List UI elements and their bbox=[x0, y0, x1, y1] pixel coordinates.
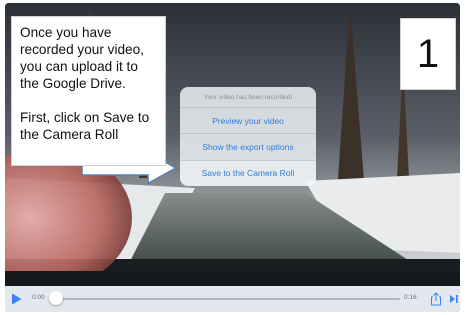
preview-video-option[interactable]: Preview your video bbox=[180, 107, 316, 133]
step-number-badge: 1 bbox=[400, 18, 456, 90]
total-time: 0:16 bbox=[404, 294, 417, 301]
instruction-text-intro: Once you have recorded your video, you c… bbox=[20, 25, 144, 91]
share-icon[interactable] bbox=[430, 292, 442, 306]
step-number: 1 bbox=[416, 32, 440, 76]
next-icon[interactable] bbox=[449, 294, 459, 304]
play-icon[interactable] bbox=[11, 293, 22, 305]
video-player-controls: 0:00 0:16 bbox=[5, 286, 460, 312]
export-action-sheet: Your video has been recorded! Preview yo… bbox=[180, 87, 316, 186]
export-options-option[interactable]: Show the export options bbox=[180, 133, 316, 159]
action-sheet-title: Your video has been recorded! bbox=[203, 93, 293, 101]
current-time: 0:00 bbox=[32, 294, 45, 301]
instruction-text-step: First, click on Save to the Camera Roll bbox=[20, 110, 150, 142]
scrubber-thumb[interactable] bbox=[49, 291, 63, 305]
instruction-callout: Once you have recorded your video, you c… bbox=[11, 16, 166, 166]
save-to-camera-roll-option[interactable]: Save to the Camera Roll bbox=[180, 159, 316, 186]
scrubber-track[interactable] bbox=[55, 298, 400, 300]
